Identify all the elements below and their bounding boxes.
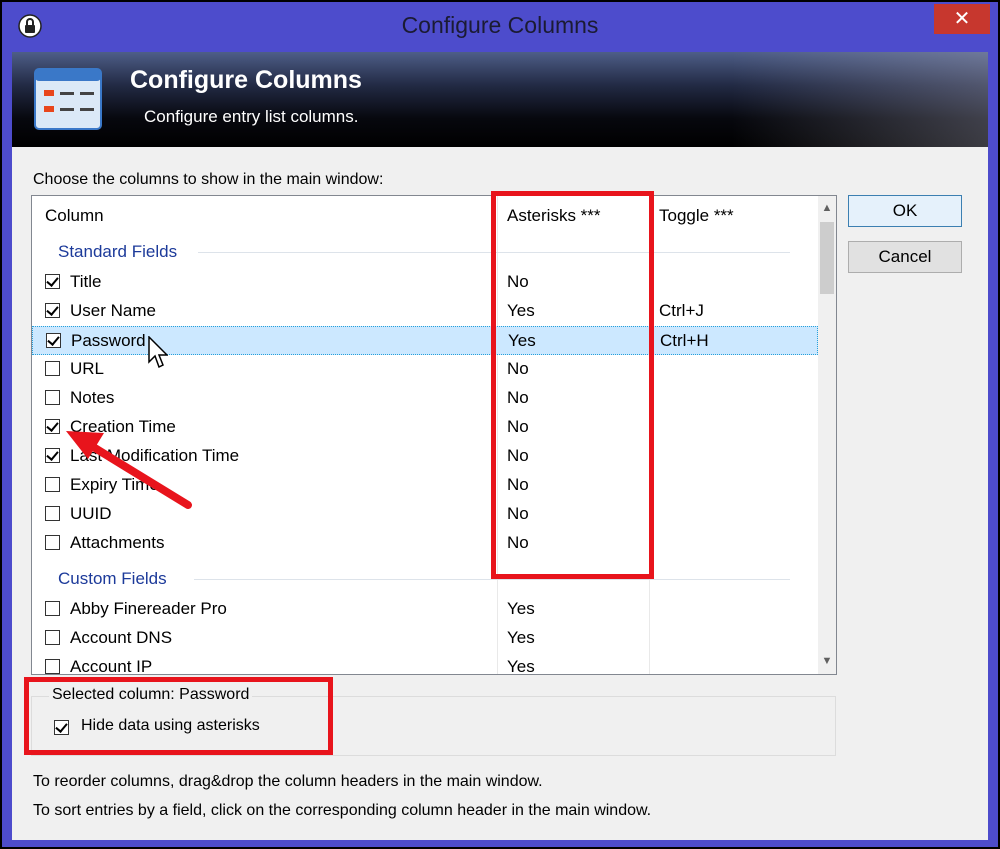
- group-standard-fields: Standard Fields: [32, 239, 818, 265]
- mouse-cursor-icon: [148, 336, 168, 369]
- checkbox-icon[interactable]: [45, 448, 60, 463]
- row-column-name: User Name: [70, 301, 156, 320]
- vertical-scrollbar[interactable]: ▲ ▼: [818, 196, 836, 674]
- table-row[interactable]: Title No: [32, 268, 818, 297]
- annotation-arrow-icon: [66, 431, 192, 509]
- checkbox-icon[interactable]: [45, 274, 60, 289]
- row-column-name: Password: [71, 331, 146, 350]
- row-column-name: Abby Finereader Pro: [70, 599, 227, 618]
- ok-button[interactable]: OK: [848, 195, 962, 227]
- table-row[interactable]: Notes No: [32, 384, 818, 413]
- banner-decoration: [732, 52, 988, 147]
- checkbox-icon[interactable]: [45, 506, 60, 521]
- group-label: Standard Fields: [58, 242, 178, 261]
- annotation-box-selected-column: [24, 677, 333, 755]
- row-column-name: URL: [70, 359, 105, 378]
- row-column-name: Account IP: [70, 657, 153, 675]
- row-asterisks-value: Yes: [507, 599, 535, 618]
- row-toggle-value: Ctrl+J: [659, 301, 704, 320]
- checkbox-icon[interactable]: [45, 477, 60, 492]
- column-header-column[interactable]: Column: [45, 206, 104, 226]
- group-custom-fields: Custom Fields: [32, 566, 818, 592]
- checkbox-icon[interactable]: [45, 419, 60, 434]
- group-label: Custom Fields: [58, 569, 167, 588]
- scroll-up-icon[interactable]: ▲: [818, 199, 836, 217]
- banner-subtitle: Configure entry list columns.: [144, 107, 359, 126]
- checkbox-icon[interactable]: [45, 601, 60, 616]
- columns-icon: [34, 68, 102, 130]
- table-row[interactable]: User Name Yes Ctrl+J: [32, 297, 818, 326]
- cancel-button[interactable]: Cancel: [848, 241, 962, 273]
- table-row[interactable]: Account DNS Yes: [32, 624, 818, 653]
- checkbox-icon[interactable]: [46, 333, 61, 348]
- row-toggle-value: Ctrl+H: [660, 331, 709, 350]
- group-divider: [194, 579, 790, 580]
- row-asterisks-value: Yes: [507, 657, 535, 675]
- column-header-toggle[interactable]: Toggle ***: [659, 206, 734, 226]
- checkbox-icon[interactable]: [45, 535, 60, 550]
- scroll-down-icon[interactable]: ▼: [818, 652, 836, 670]
- checkbox-icon[interactable]: [45, 630, 60, 645]
- row-column-name: Title: [70, 272, 102, 291]
- table-row[interactable]: Abby Finereader Pro Yes: [32, 595, 818, 624]
- table-row[interactable]: Attachments No: [32, 529, 818, 558]
- table-row[interactable]: Account IP Yes: [32, 653, 818, 675]
- row-column-name: Attachments: [70, 533, 165, 552]
- title-bar: Configure Columns ✕: [2, 2, 998, 52]
- row-column-name: Account DNS: [70, 628, 173, 647]
- instruction-label: Choose the columns to show in the main w…: [33, 171, 384, 188]
- row-column-name: Notes: [70, 388, 115, 407]
- checkbox-icon[interactable]: [45, 390, 60, 405]
- list-header: Column Asterisks *** Toggle ***: [32, 196, 818, 236]
- checkbox-icon[interactable]: [45, 361, 60, 376]
- close-button[interactable]: ✕: [934, 4, 990, 34]
- annotation-box-asterisks: [491, 191, 654, 579]
- row-asterisks-value: Yes: [507, 628, 535, 647]
- scroll-thumb[interactable]: [820, 222, 834, 294]
- close-icon: ✕: [953, 8, 971, 30]
- checkbox-icon[interactable]: [45, 303, 60, 318]
- checkbox-icon[interactable]: [45, 659, 60, 674]
- window-title: Configure Columns: [401, 12, 599, 38]
- banner-title: Configure Columns: [130, 66, 362, 94]
- dialog-banner: Configure Columns Configure entry list c…: [12, 52, 988, 147]
- sort-note: To sort entries by a field, click on the…: [33, 802, 652, 819]
- reorder-note: To reorder columns, drag&drop the column…: [33, 773, 543, 790]
